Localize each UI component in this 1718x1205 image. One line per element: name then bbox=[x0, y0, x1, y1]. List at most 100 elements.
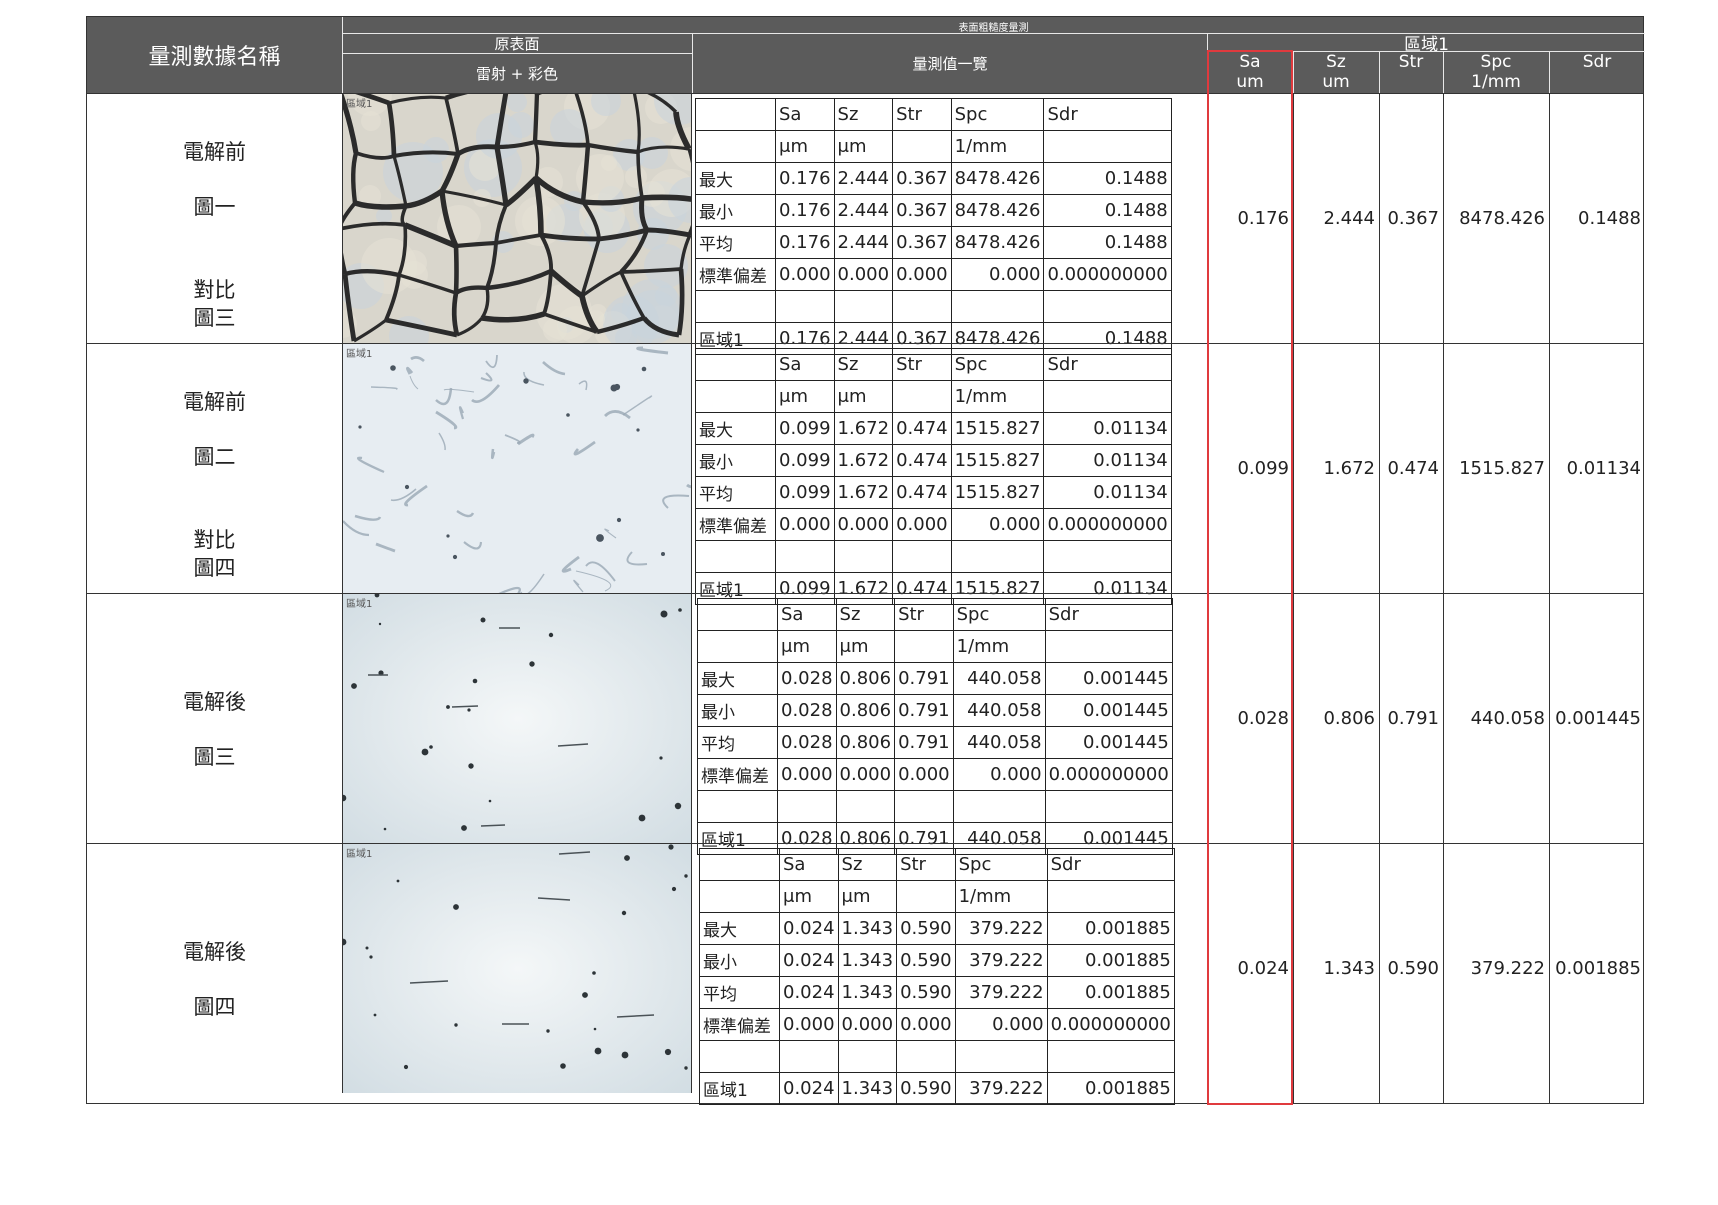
header-col-sdr: Sdr bbox=[1582, 52, 1612, 72]
table-value-cell: 0.000 bbox=[775, 508, 835, 541]
table-unit-cell: 1/mm bbox=[950, 130, 1045, 163]
sample-name-line: 圖二 bbox=[193, 445, 236, 469]
summary-value-sz: 1.343 bbox=[1323, 958, 1375, 979]
sample-name-line: 圖一 bbox=[193, 195, 236, 219]
micrograph-smooth-surface bbox=[343, 844, 691, 1093]
table-value-cell: 0.099 bbox=[775, 412, 835, 445]
summary-value-str: 0.367 bbox=[1387, 208, 1439, 229]
table-unit-cell: μm bbox=[777, 630, 837, 663]
summary-value-spc: 440.058 bbox=[1470, 708, 1545, 729]
table-value-cell: 0.000 bbox=[950, 508, 1045, 541]
header-laser-color: 雷射 + 彩色 bbox=[475, 65, 559, 83]
table-value-cell bbox=[952, 790, 1046, 823]
table-value-cell: 0.367 bbox=[892, 194, 952, 227]
measurement-row: 電解前 圖一 對比 圖三 區域1 Sa Sz Str Spc Sdr μm μm 1/mm 最大 0.176… bbox=[87, 93, 1643, 355]
surface-micrograph: 區域1 bbox=[342, 344, 692, 593]
table-value-cell: 0.001445 bbox=[1044, 694, 1173, 727]
table-unit-cell bbox=[896, 880, 956, 913]
sample-name-cell: 電解後 圖四 bbox=[87, 844, 342, 1093]
header-col-unit-sa: um bbox=[1236, 72, 1264, 92]
report-header: 量測數據名稱 表面粗糙度量測 原表面 雷射 + 彩色 量測值一覽 區域1 Sa u… bbox=[87, 17, 1645, 93]
header-col-unit-spc: 1/mm bbox=[1471, 72, 1521, 92]
sample-name-line: 對比 bbox=[193, 278, 236, 302]
sample-name-line: 電解後 bbox=[183, 940, 246, 964]
table-value-cell: 0.590 bbox=[896, 976, 956, 1009]
table-value-cell: 0.1488 bbox=[1043, 226, 1172, 259]
table-value-cell bbox=[775, 290, 835, 323]
table-value-cell bbox=[837, 1040, 898, 1073]
table-value-cell: 1.343 bbox=[837, 944, 898, 977]
table-stat-label bbox=[699, 1040, 780, 1073]
table-unit-cell bbox=[1043, 380, 1172, 413]
table-corner-cell bbox=[695, 130, 776, 163]
table-value-cell: 0.001885 bbox=[1046, 976, 1175, 1009]
table-value-cell: 0.001885 bbox=[1046, 944, 1175, 977]
table-stat-label: 最大 bbox=[699, 912, 780, 945]
summary-value-sdr: 0.01134 bbox=[1566, 458, 1641, 479]
table-value-cell: 0.791 bbox=[894, 726, 954, 759]
table-header-cell: Str bbox=[892, 98, 952, 131]
measurement-report-sheet: 量測數據名稱 表面粗糙度量測 原表面 雷射 + 彩色 量測值一覽 區域1 Sa u… bbox=[86, 16, 1645, 1105]
table-unit-cell bbox=[892, 380, 952, 413]
table-unit-cell bbox=[894, 630, 954, 663]
summary-value-spc: 1515.827 bbox=[1459, 458, 1545, 479]
sample-name-cell: 電解前 圖二 對比 圖四 bbox=[87, 344, 342, 593]
table-value-cell: 0.367 bbox=[892, 162, 952, 195]
summary-value-sdr: 0.1488 bbox=[1578, 208, 1641, 229]
table-stat-label: 標準偏差 bbox=[695, 258, 776, 291]
table-value-cell: 379.222 bbox=[954, 944, 1048, 977]
table-value-cell: 0.590 bbox=[896, 912, 956, 945]
table-value-cell: 1.672 bbox=[833, 412, 894, 445]
summary-value-sa: 0.028 bbox=[1237, 708, 1289, 729]
summary-value-sdr: 0.001885 bbox=[1555, 958, 1641, 979]
table-stat-label: 平均 bbox=[695, 226, 776, 259]
table-value-cell: 0.791 bbox=[894, 694, 954, 727]
table-value-cell: 1.343 bbox=[837, 976, 898, 1009]
sample-name-line: 圖四 bbox=[193, 556, 236, 580]
table-value-cell bbox=[833, 290, 894, 323]
table-value-cell: 0.176 bbox=[775, 162, 835, 195]
table-corner-cell bbox=[695, 98, 776, 131]
header-original-surface: 原表面 bbox=[494, 35, 540, 53]
header-super-title: 表面粗糙度量測 bbox=[958, 22, 1029, 34]
table-header-cell: Sa bbox=[775, 98, 835, 131]
table-value-cell: 0.000000000 bbox=[1046, 1008, 1175, 1041]
table-value-cell bbox=[1043, 540, 1172, 573]
table-value-cell: 379.222 bbox=[954, 976, 1048, 1009]
table-value-cell: 440.058 bbox=[952, 694, 1046, 727]
sample-name-line: 電解前 bbox=[183, 390, 246, 414]
table-value-cell: 0.474 bbox=[892, 476, 952, 509]
table-unit-cell: 1/mm bbox=[952, 630, 1046, 663]
table-corner-cell bbox=[699, 848, 780, 881]
summary-value-sz: 1.672 bbox=[1323, 458, 1375, 479]
table-value-cell: 0.590 bbox=[896, 944, 956, 977]
table-value-cell: 0.590 bbox=[896, 1072, 956, 1105]
table-value-cell: 1515.827 bbox=[950, 444, 1045, 477]
table-value-cell: 440.058 bbox=[952, 662, 1046, 695]
table-value-cell: 0.01134 bbox=[1043, 444, 1172, 477]
table-value-cell: 1.672 bbox=[833, 444, 894, 477]
measurement-row: 電解後 圖四 區域1 Sa Sz Str Spc Sdr μm μm 1/mm 最大 0.024 1.34… bbox=[87, 843, 1643, 1105]
measurement-row: 電解前 圖二 對比 圖四 區域1 Sa Sz Str Spc Sdr μm μm 1/mm 最大 0.099… bbox=[87, 343, 1643, 605]
table-value-cell: 0.024 bbox=[779, 944, 839, 977]
table-unit-cell bbox=[1044, 630, 1173, 663]
table-unit-cell: 1/mm bbox=[954, 880, 1048, 913]
table-header-cell: Sz bbox=[833, 98, 894, 131]
table-value-cell bbox=[894, 790, 954, 823]
table-value-cell: 0.000 bbox=[954, 1008, 1048, 1041]
table-value-cell: 379.222 bbox=[954, 1072, 1048, 1105]
table-header-cell: Sdr bbox=[1043, 348, 1172, 381]
sample-name-cell: 電解後 圖三 bbox=[87, 594, 342, 843]
table-corner-cell bbox=[699, 880, 780, 913]
table-unit-cell: μm bbox=[837, 880, 898, 913]
table-value-cell: 0.474 bbox=[892, 444, 952, 477]
table-value-cell: 2.444 bbox=[833, 194, 894, 227]
table-value-cell bbox=[1043, 290, 1172, 323]
table-value-cell: 2.444 bbox=[833, 162, 894, 195]
table-value-cell: 0.000 bbox=[950, 258, 1045, 291]
table-corner-cell bbox=[695, 348, 776, 381]
table-value-cell: 0.000 bbox=[775, 258, 835, 291]
table-value-cell bbox=[950, 290, 1045, 323]
sample-name-line: 圖四 bbox=[193, 995, 236, 1019]
header-name-column: 量測數據名稱 bbox=[148, 45, 281, 70]
